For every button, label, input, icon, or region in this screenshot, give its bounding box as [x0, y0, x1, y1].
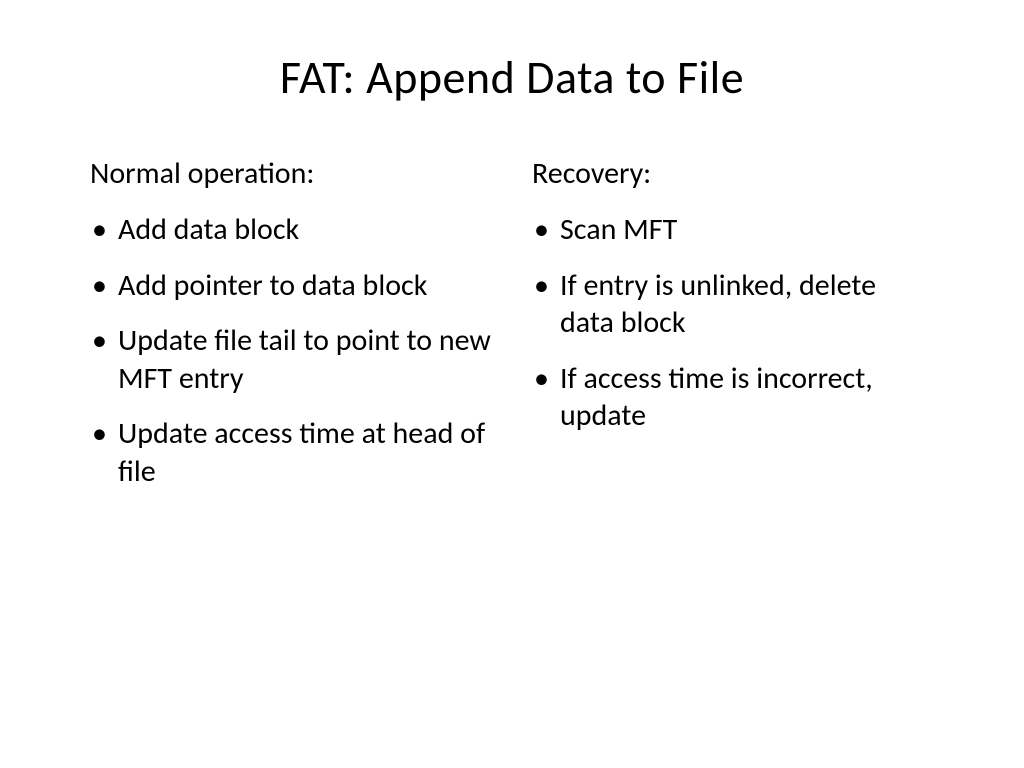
list-item: Scan MFT: [532, 211, 934, 249]
left-bullet-list: Add data block Add pointer to data block…: [90, 211, 492, 490]
list-item: Add data block: [90, 211, 492, 249]
list-item: Update access time at head of file: [90, 415, 492, 490]
list-item: Update file tail to point to new MFT ent…: [90, 322, 492, 397]
right-column-heading: Recovery:: [532, 154, 934, 193]
right-bullet-list: Scan MFT If entry is unlinked, delete da…: [532, 211, 934, 435]
slide-title: FAT: Append Data to File: [90, 50, 934, 106]
left-column-heading: Normal operation:: [90, 154, 492, 193]
list-item: Add pointer to data block: [90, 267, 492, 305]
left-column: Normal operation: Add data block Add poi…: [90, 154, 492, 508]
list-item: If access time is incorrect, update: [532, 360, 934, 435]
content-columns: Normal operation: Add data block Add poi…: [90, 154, 934, 508]
list-item: If entry is unlinked, delete data block: [532, 267, 934, 342]
right-column: Recovery: Scan MFT If entry is unlinked,…: [532, 154, 934, 508]
